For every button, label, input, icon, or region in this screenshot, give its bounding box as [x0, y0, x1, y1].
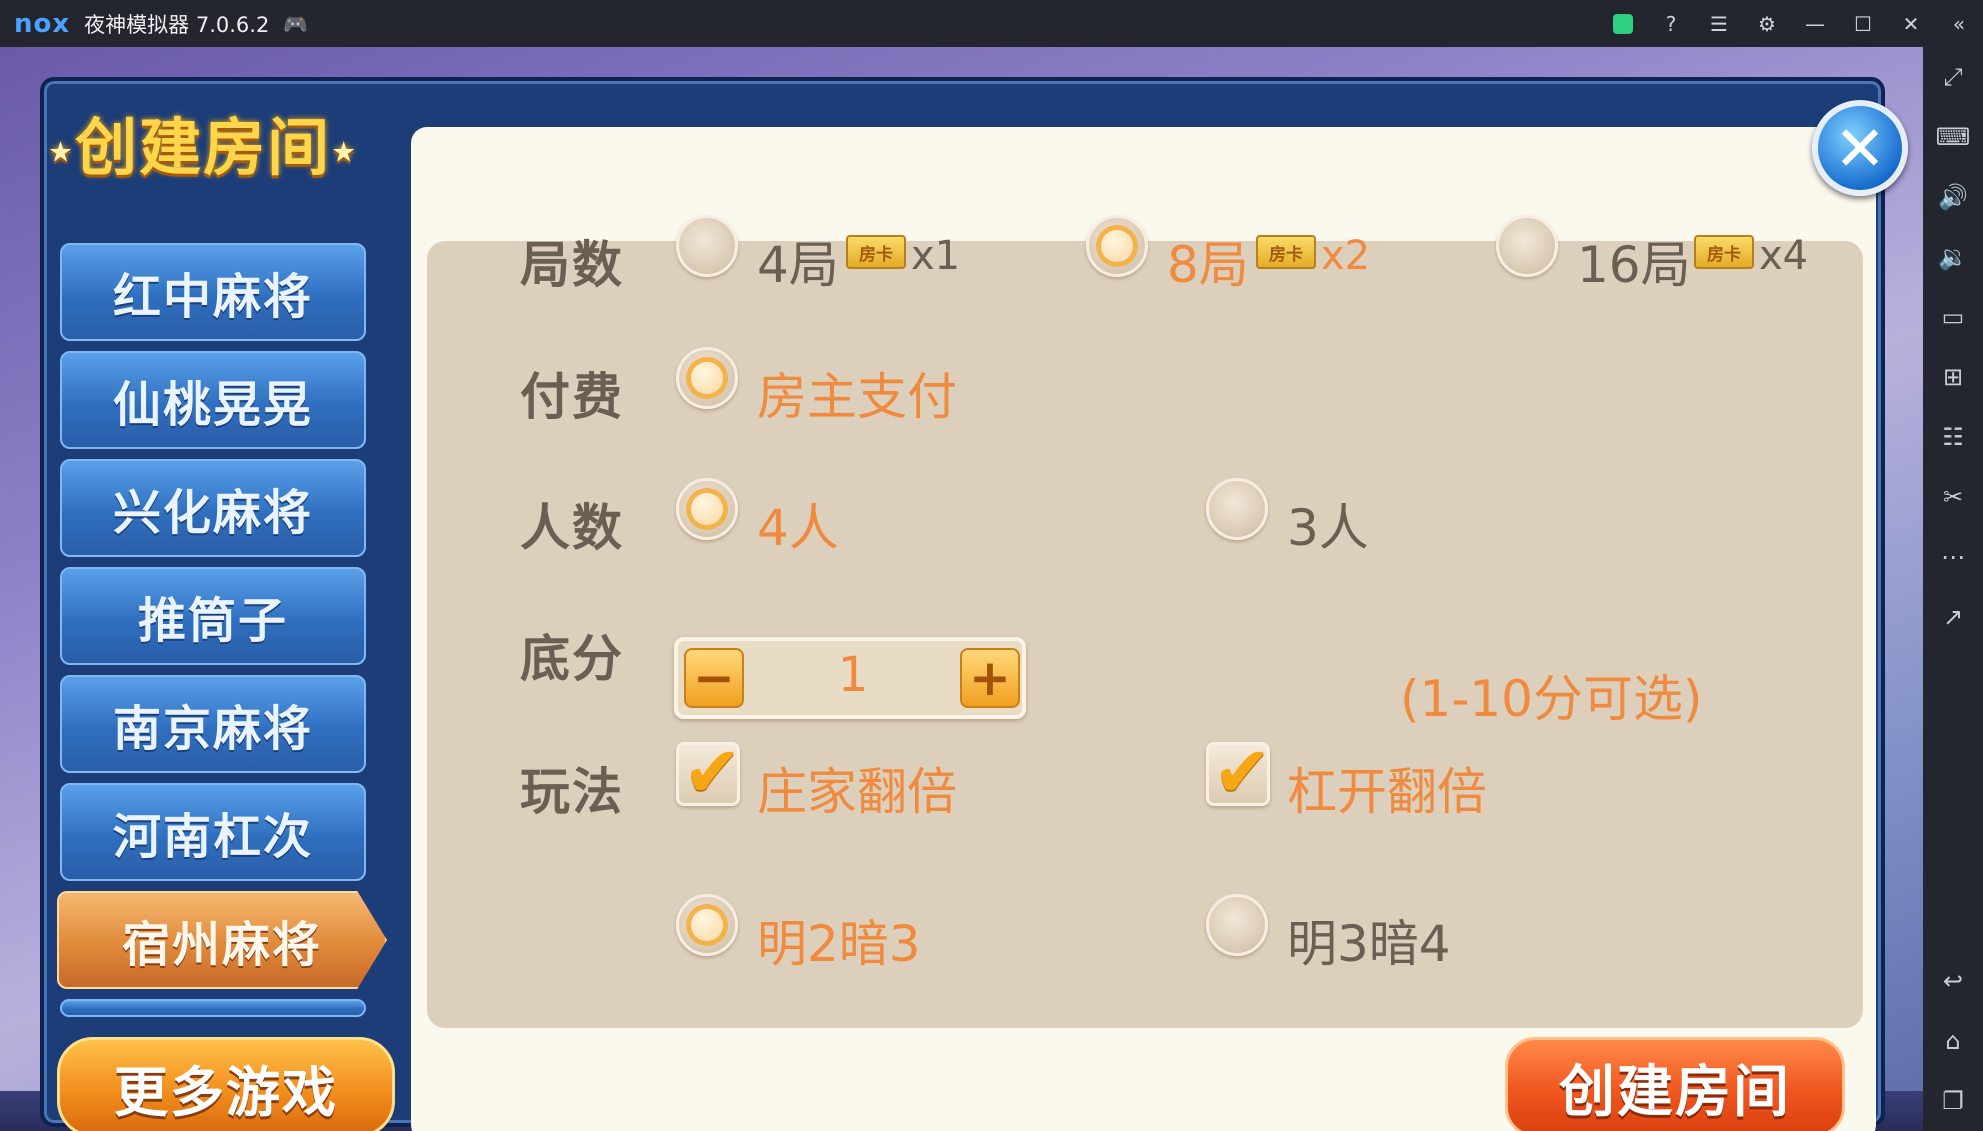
- base-score-stepper: − 1 +: [674, 637, 1026, 719]
- star-icon: ★: [331, 135, 359, 169]
- emulator-titlebar: nox 夜神模拟器 7.0.6.2 🎮 ? ☰ ⚙ — ☐ ✕ «: [0, 0, 1983, 47]
- recent-apps-icon[interactable]: ❐: [1923, 1071, 1983, 1131]
- game-viewport: ★创建房间★ 红中麻将 仙桃晃晃 兴化麻将 推筒子 南京麻将 河南杠次 宿州麻将…: [0, 47, 1923, 1131]
- volume-down-icon[interactable]: 🔉: [1923, 227, 1983, 287]
- base-score-value: 1: [837, 647, 869, 703]
- payment-label: 付费: [520, 368, 624, 426]
- room-card-badge: 房卡: [1694, 235, 1754, 269]
- room-card-badge: 房卡: [1256, 235, 1316, 269]
- ming3an4-radio[interactable]: [1206, 894, 1268, 956]
- settings-gear-icon[interactable]: ⚙: [1743, 0, 1791, 47]
- base-score-hint: (1-10分可选): [1400, 670, 1703, 728]
- app-title: 夜神模拟器 7.0.6.2: [84, 12, 270, 37]
- keyboard-icon[interactable]: ⌨: [1923, 107, 1983, 167]
- help-icon[interactable]: ?: [1647, 0, 1695, 47]
- rounds-16-multiplier: x4: [1759, 233, 1809, 279]
- game-item[interactable]: 兴化麻将: [60, 459, 366, 557]
- players-4-text: 4人: [757, 499, 839, 557]
- players-4-radio[interactable]: [676, 478, 738, 540]
- rounds-8-multiplier: x2: [1321, 233, 1371, 279]
- game-item-partial[interactable]: [60, 999, 366, 1017]
- checkmark-icon: ✔: [1213, 731, 1272, 813]
- emulator-sidebar: ⤢ ⌨ 🔊 🔉 ▭ ⊞ ☷ ✂ ⋯ ↗ ↩ ⌂ ❐: [1923, 47, 1983, 1131]
- rounds-8-radio[interactable]: [1086, 215, 1148, 277]
- room-card-badge: 房卡: [846, 235, 906, 269]
- volume-up-icon[interactable]: 🔊: [1923, 167, 1983, 227]
- close-window-icon[interactable]: ✕: [1887, 0, 1935, 47]
- collapse-sidebar-icon[interactable]: «: [1935, 0, 1983, 47]
- back-icon[interactable]: ↩: [1923, 951, 1983, 1011]
- decrement-button[interactable]: −: [684, 648, 744, 708]
- game-item-selected[interactable]: 宿州麻将: [57, 891, 387, 989]
- share-icon[interactable]: ↗: [1923, 587, 1983, 647]
- game-item[interactable]: 红中麻将: [60, 243, 366, 341]
- rounds-8-text: 8局: [1167, 236, 1249, 294]
- checkmark-icon: ✔: [683, 731, 742, 813]
- players-label: 人数: [520, 499, 624, 557]
- increment-button[interactable]: +: [960, 648, 1020, 708]
- rounds-16-text: 16局: [1577, 236, 1691, 294]
- multi-instance-icon[interactable]: ☷: [1923, 407, 1983, 467]
- rounds-4-multiplier: x1: [911, 233, 961, 279]
- menu-icon[interactable]: ☰: [1695, 0, 1743, 47]
- ming2an3-radio[interactable]: [676, 894, 738, 956]
- screen-icon[interactable]: ▭: [1923, 287, 1983, 347]
- create-room-button[interactable]: 创建房间: [1505, 1037, 1845, 1131]
- gamepad-icon[interactable]: 🎮: [283, 12, 308, 36]
- play-rules-label: 玩法: [520, 763, 624, 821]
- rounds-16-radio[interactable]: [1496, 215, 1558, 277]
- dealer-double-checkbox[interactable]: ✔: [676, 731, 742, 813]
- game-list: 红中麻将 仙桃晃晃 兴化麻将 推筒子 南京麻将 河南杠次 宿州麻将: [57, 243, 390, 1027]
- add-apk-icon[interactable]: ⊞: [1923, 347, 1983, 407]
- minimize-icon[interactable]: —: [1791, 0, 1839, 47]
- players-3-radio[interactable]: [1206, 478, 1268, 540]
- game-item[interactable]: 推筒子: [60, 567, 366, 665]
- more-icon[interactable]: ⋯: [1923, 527, 1983, 587]
- nox-logo: nox: [14, 8, 71, 39]
- window-controls: ? ☰ ⚙ — ☐ ✕ «: [1599, 0, 1983, 47]
- settings-panel: [427, 241, 1863, 1028]
- rounds-label: 局数: [520, 236, 624, 294]
- dealer-double-text: 庄家翻倍: [757, 763, 957, 821]
- star-icon: ★: [48, 135, 76, 169]
- base-score-label: 底分: [520, 630, 624, 688]
- game-item[interactable]: 仙桃晃晃: [60, 351, 366, 449]
- owner-pays-text: 房主支付: [757, 368, 957, 426]
- home-icon[interactable]: ⌂: [1923, 1011, 1983, 1071]
- shop-icon[interactable]: [1599, 0, 1647, 47]
- maximize-icon[interactable]: ☐: [1839, 0, 1887, 47]
- fullscreen-icon[interactable]: ⤢: [1923, 47, 1983, 107]
- ming3an4-text: 明3暗4: [1287, 915, 1451, 973]
- close-icon[interactable]: ✕: [1812, 100, 1908, 196]
- game-item[interactable]: 河南杠次: [60, 783, 366, 881]
- rounds-4-text: 4局: [757, 236, 839, 294]
- dialog-title: ★创建房间★: [48, 111, 359, 184]
- players-3-text: 3人: [1287, 499, 1369, 557]
- rounds-4-radio[interactable]: [676, 215, 738, 277]
- scissors-icon[interactable]: ✂: [1923, 467, 1983, 527]
- kong-double-text: 杠开翻倍: [1287, 763, 1487, 821]
- more-games-button[interactable]: 更多游戏: [57, 1037, 395, 1131]
- ming2an3-text: 明2暗3: [757, 915, 921, 973]
- owner-pays-radio[interactable]: [676, 347, 738, 409]
- game-item[interactable]: 南京麻将: [60, 675, 366, 773]
- kong-double-checkbox[interactable]: ✔: [1206, 731, 1272, 813]
